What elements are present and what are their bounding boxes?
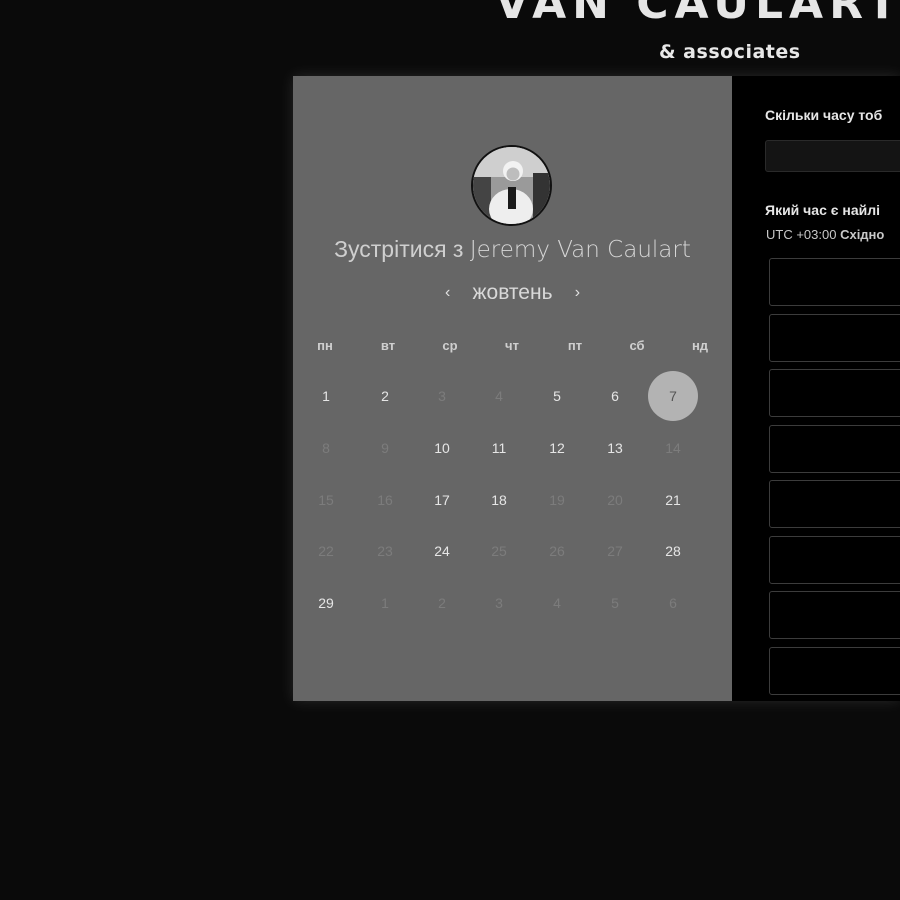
weekday-sun: нд	[691, 338, 709, 353]
calendar-day: 6	[669, 595, 677, 611]
calendar-day: 16	[377, 492, 393, 508]
host-avatar	[471, 145, 552, 226]
calendar-day[interactable]: 29	[301, 578, 351, 628]
timezone-offset: UTC +03:00	[766, 227, 837, 242]
host-name: Jeremy Van Caulart	[469, 237, 691, 263]
meeting-title-prefix: Зустрітися з	[334, 236, 464, 262]
calendar-day: 5	[611, 595, 619, 611]
time-slot[interactable]	[769, 369, 900, 417]
month-label: жовтень	[472, 281, 553, 304]
booking-card: Зустрітися з Jeremy Van Caulart ‹ жовтен…	[293, 76, 900, 701]
brand-logo-title: VAN CAULART	[495, 0, 900, 29]
calendar-day[interactable]: 5	[532, 371, 582, 421]
calendar-day[interactable]: 13	[590, 423, 640, 473]
time-slot[interactable]	[769, 258, 900, 306]
time-slot[interactable]	[769, 646, 900, 695]
month-navigation: ‹ жовтень ›	[293, 281, 732, 305]
calendar-day: 9	[381, 440, 389, 456]
calendar-day: 19	[549, 492, 565, 508]
weekday-tue: вт	[380, 338, 396, 353]
calendar-day: 4	[495, 388, 503, 404]
calendar-day[interactable]: 17	[417, 475, 467, 525]
time-slot[interactable]	[769, 424, 900, 473]
calendar-day: 3	[438, 388, 446, 404]
brand-tagline: & associates	[659, 41, 801, 63]
calendar-day[interactable]: 6	[590, 371, 640, 421]
calendar-day[interactable]: 18	[474, 475, 524, 525]
calendar-day[interactable]: 28	[648, 526, 698, 576]
weekday-thu: чт	[505, 338, 519, 353]
calendar-day: 3	[495, 595, 503, 611]
calendar-day: 23	[377, 543, 393, 559]
calendar-day: 1	[381, 595, 389, 611]
time-slot[interactable]	[769, 313, 900, 362]
calendar-day[interactable]: 2	[360, 371, 410, 421]
calendar-day: 25	[491, 543, 507, 559]
time-selection-panel: Скільки часу тоб Який час є найлі UTC +0…	[732, 76, 900, 701]
calendar-day: 8	[322, 440, 330, 456]
time-question: Який час є найлі	[765, 202, 881, 218]
duration-question: Скільки часу тоб	[765, 107, 883, 123]
weekday-fri: пт	[567, 338, 583, 353]
calendar-day: 26	[549, 543, 565, 559]
calendar-day: 4	[553, 595, 561, 611]
calendar-day: 2	[438, 595, 446, 611]
calendar-day: 20	[607, 492, 623, 508]
timezone-label[interactable]: UTC +03:00 Східно	[766, 227, 884, 242]
weekday-mon: пн	[317, 338, 333, 353]
calendar-day[interactable]: 10	[417, 423, 467, 473]
timezone-name: Східно	[840, 227, 885, 242]
previous-month-icon[interactable]: ‹	[437, 284, 459, 302]
calendar-day[interactable]: 21	[648, 475, 698, 525]
calendar-day-selected[interactable]: 7	[648, 371, 698, 421]
next-month-icon[interactable]: ›	[566, 284, 588, 302]
calendar-day[interactable]: 11	[474, 423, 524, 473]
meeting-title: Зустрітися з Jeremy Van Caulart	[293, 236, 732, 263]
time-slot[interactable]	[769, 480, 900, 528]
weekday-wed: ср	[442, 338, 458, 353]
calendar-day[interactable]: 1	[301, 371, 351, 421]
duration-select[interactable]	[765, 140, 900, 172]
calendar-day: 27	[607, 543, 623, 559]
calendar-day[interactable]: 12	[532, 423, 582, 473]
time-slot[interactable]	[769, 591, 900, 639]
calendar-day[interactable]: 24	[417, 526, 467, 576]
time-slot[interactable]	[769, 535, 900, 584]
calendar-day: 22	[318, 543, 334, 559]
calendar-day: 15	[318, 492, 334, 508]
calendar-day: 14	[665, 440, 681, 456]
calendar-panel: Зустрітися з Jeremy Van Caulart ‹ жовтен…	[293, 76, 732, 701]
weekday-sat: сб	[629, 338, 645, 353]
